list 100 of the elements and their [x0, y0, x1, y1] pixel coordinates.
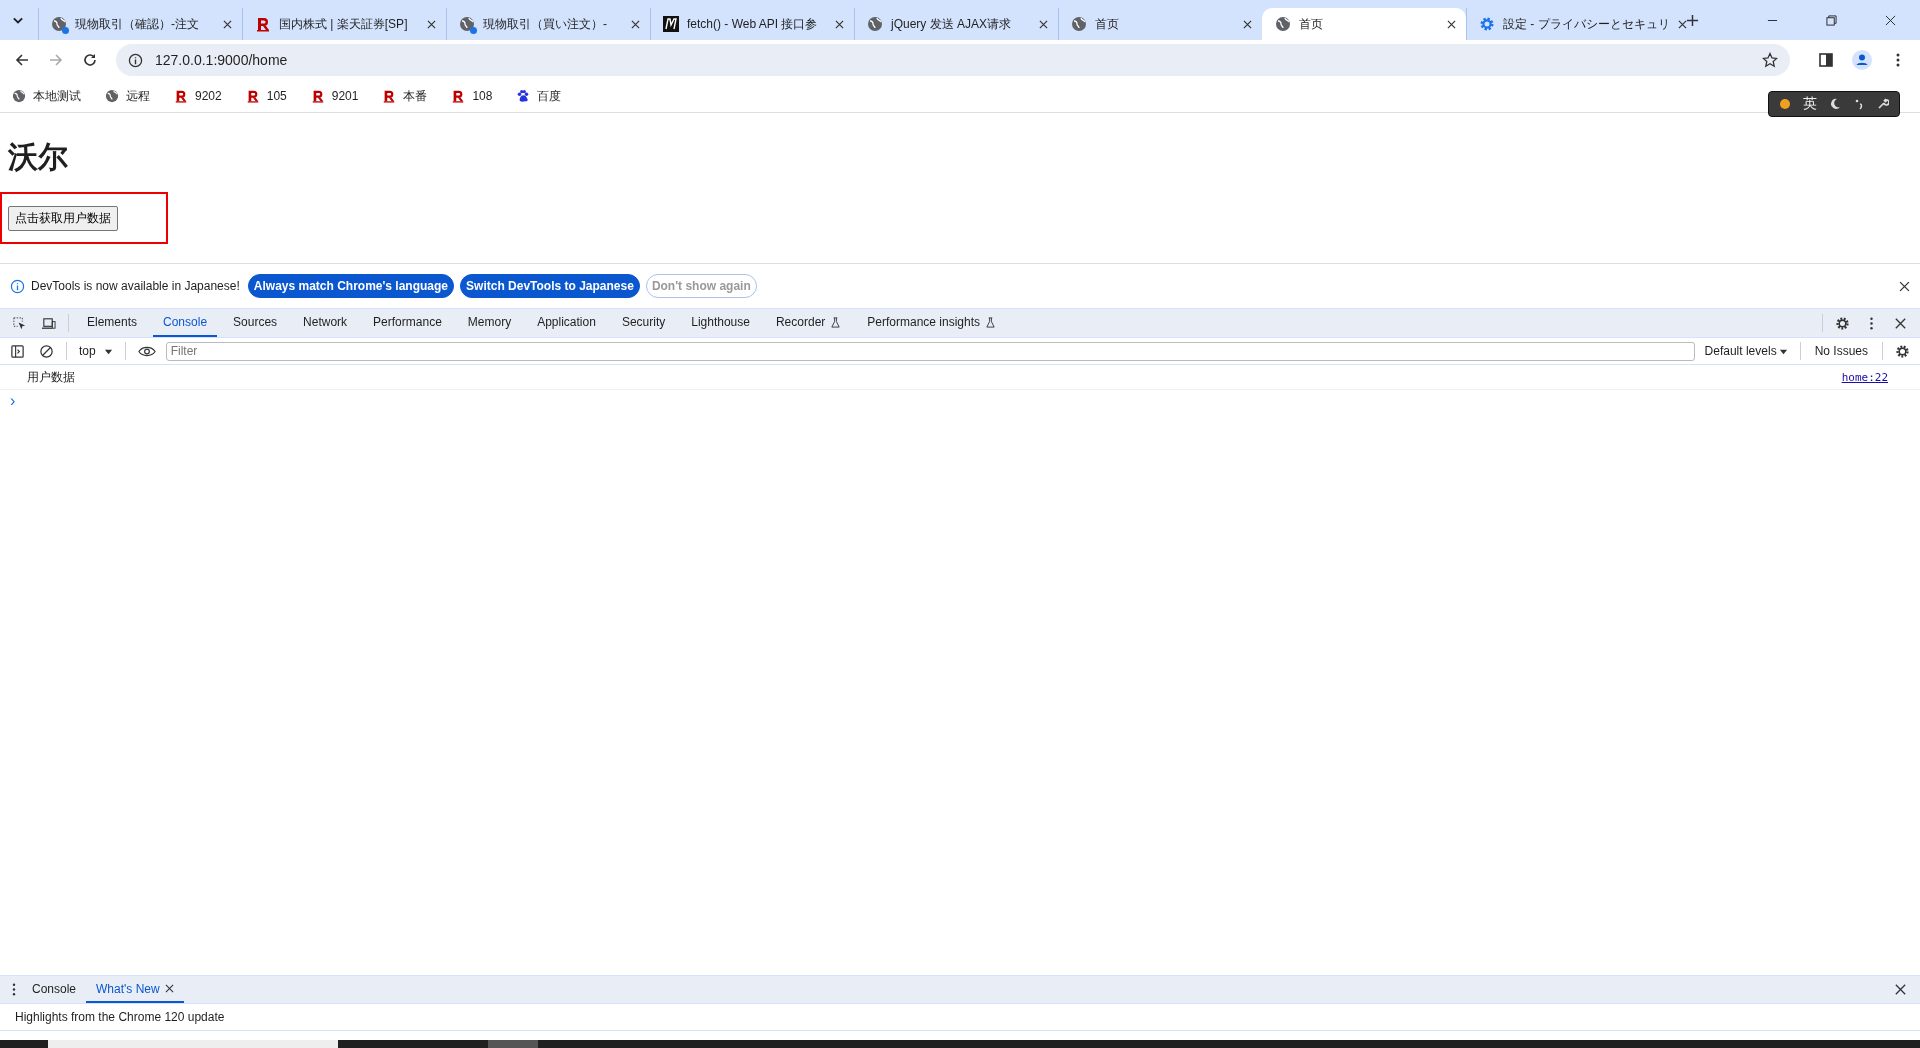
tab-title: 現物取引（確認）-注文 — [75, 15, 200, 33]
bookmark-label: 9202 — [195, 89, 222, 103]
address-bar[interactable]: 127.0.0.1:9000/home — [116, 44, 1790, 76]
bookmark-label: 105 — [266, 89, 287, 103]
log-message: 用户数据 — [27, 368, 75, 386]
filter-field[interactable]: Filter — [165, 341, 1695, 361]
context-dropdown[interactable]: top — [75, 344, 117, 358]
bookmark[interactable]: 百度 — [516, 87, 562, 105]
bookmark-label: 百度 — [537, 87, 562, 105]
devtools-tab[interactable]: Network — [293, 309, 358, 337]
bookmark[interactable]: 9202 — [174, 89, 222, 103]
log-levels-dropdown[interactable]: Default levels — [1700, 344, 1792, 358]
bookmark[interactable]: 本番 — [382, 87, 428, 105]
language-toggle[interactable]: 英 — [1803, 95, 1817, 113]
wrench-icon[interactable] — [1877, 98, 1889, 110]
restore-icon[interactable] — [1826, 14, 1837, 26]
close-icon[interactable] — [1039, 19, 1048, 29]
globe-icon — [12, 89, 26, 103]
bookmark[interactable]: 108 — [451, 89, 493, 103]
inspect-icon[interactable] — [12, 315, 27, 331]
globe-icon — [867, 16, 883, 32]
punctuation-icon[interactable] — [1853, 98, 1865, 110]
whats-new-text: Highlights from the Chrome 120 update — [15, 1010, 225, 1024]
tab-title: 国内株式 | 楽天証券[SP] — [279, 15, 409, 33]
devtools-tab[interactable]: Recorder — [765, 309, 852, 337]
info-bar-button[interactable]: Always match Chrome's language — [247, 274, 455, 298]
settings-icon[interactable] — [1835, 315, 1850, 331]
devtools-tab[interactable]: Performance — [363, 309, 452, 337]
close-icon[interactable] — [1899, 280, 1910, 292]
device-toolbar-icon[interactable] — [41, 315, 56, 331]
globe-icon — [1275, 16, 1291, 32]
letter-r-icon — [382, 89, 397, 103]
issues-text[interactable]: No Issues — [1808, 344, 1874, 358]
letter-r-icon — [245, 89, 260, 103]
browser-tab[interactable]: 首页 — [1262, 8, 1466, 40]
letter-r-icon — [174, 89, 188, 103]
info-icon — [10, 278, 25, 294]
info-message: DevTools is now available in Japanese! — [31, 279, 240, 293]
tab-title: 首页 — [1095, 15, 1120, 33]
close-icon[interactable] — [1893, 982, 1908, 997]
clear-console-icon[interactable] — [39, 343, 54, 359]
devtools-tab[interactable]: Application — [527, 309, 606, 337]
globe-icon — [1071, 16, 1087, 32]
devtools-tab[interactable]: Security — [611, 309, 676, 337]
letter-r-icon — [310, 89, 325, 103]
url-text: 127.0.0.1:9000/home — [155, 52, 288, 68]
globe-icon — [459, 16, 475, 32]
bookmark-label: 108 — [472, 89, 493, 103]
settings-icon — [1479, 16, 1495, 32]
bookmark[interactable]: 9201 — [310, 89, 359, 103]
bookmark-label: 本地测试 — [33, 87, 81, 105]
bookmark-label: 9201 — [331, 89, 359, 103]
devtools-tab[interactable]: Sources — [223, 309, 288, 337]
globe-icon — [105, 89, 119, 103]
side-panel-icon[interactable] — [1818, 52, 1834, 68]
source-link[interactable]: home:22 — [1841, 370, 1888, 384]
devtools-tab[interactable]: Console — [153, 309, 218, 337]
close-icon[interactable] — [835, 19, 844, 29]
letter-r-icon — [451, 89, 466, 103]
tab-title: fetch() - Web API 接口参 — [687, 15, 819, 33]
bookmark[interactable]: 远程 — [105, 87, 150, 105]
console-prompt[interactable]: › — [10, 392, 16, 410]
close-icon[interactable] — [164, 984, 174, 993]
devtools-tab[interactable]: Memory — [457, 309, 522, 337]
more-icon[interactable] — [10, 982, 18, 997]
info-bar-button[interactable]: Switch DevTools to Japanese — [460, 274, 640, 298]
close-icon[interactable] — [1885, 14, 1896, 26]
devtools-tab[interactable]: Performance insights — [857, 309, 1007, 337]
letter-r-icon — [255, 16, 271, 32]
drawer-tab[interactable]: Console — [22, 976, 87, 1003]
back-icon[interactable] — [14, 52, 30, 68]
tab-title: 設定 - プライバシーとセキュリ — [1503, 15, 1670, 33]
tab-title: 現物取引（買い注文）- — [483, 15, 608, 33]
dot-icon[interactable] — [1779, 98, 1791, 110]
bookmark[interactable]: 105 — [245, 89, 287, 103]
close-icon[interactable] — [427, 19, 436, 29]
paw-icon — [516, 89, 531, 103]
drawer-tab[interactable]: What's New — [86, 976, 184, 1003]
close-icon[interactable] — [1243, 19, 1252, 29]
moon-icon[interactable] — [1829, 98, 1841, 110]
reload-icon[interactable] — [82, 52, 98, 68]
settings-icon[interactable] — [1895, 343, 1910, 359]
new-tab-icon[interactable] — [1686, 13, 1699, 27]
tab-title: jQuery 发送 AJAX请求 — [891, 15, 1013, 33]
bookmark-label: 本番 — [403, 87, 428, 105]
close-icon[interactable] — [1677, 19, 1687, 29]
globe-icon — [51, 16, 67, 32]
close-icon[interactable] — [223, 19, 232, 29]
star-icon[interactable] — [1762, 52, 1778, 68]
close-icon[interactable] — [1447, 19, 1456, 29]
page-heading: 沃尔 — [8, 139, 69, 175]
close-icon[interactable] — [631, 19, 640, 29]
info-icon[interactable] — [128, 52, 143, 68]
m-logo-icon — [663, 16, 679, 32]
devtools-tab[interactable]: Elements — [77, 309, 148, 337]
devtools-tab[interactable]: Lighthouse — [681, 309, 760, 337]
sidebar-toggle-icon[interactable] — [10, 343, 25, 359]
profile-icon[interactable] — [1852, 50, 1872, 70]
fetch-data-button[interactable]: 点击获取用户数据 — [8, 205, 118, 231]
bookmark[interactable]: 本地测试 — [12, 87, 81, 105]
